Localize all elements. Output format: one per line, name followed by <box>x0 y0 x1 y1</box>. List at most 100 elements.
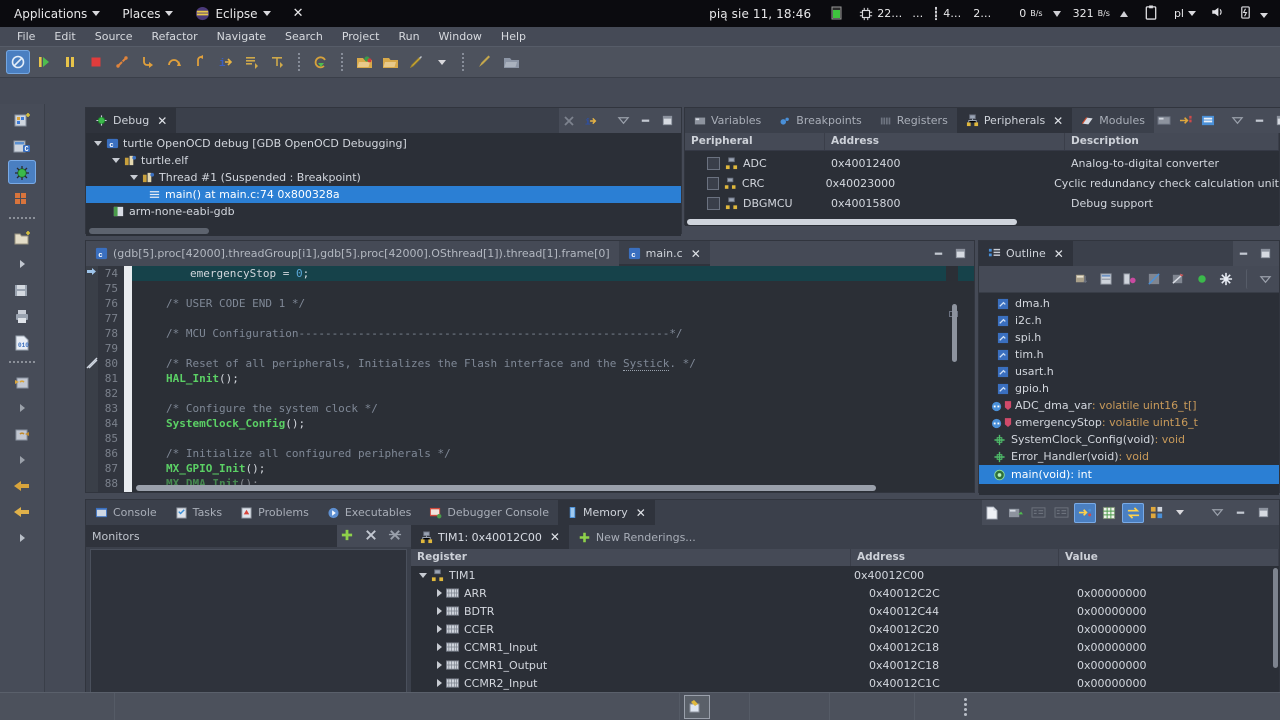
code-line[interactable]: emergencyStop = 0; <box>132 266 974 281</box>
back-button[interactable] <box>8 474 36 498</box>
step-return-button[interactable] <box>188 50 212 74</box>
link-with-editor-icon[interactable] <box>1216 269 1236 289</box>
memory-monitor-icon[interactable] <box>1154 111 1174 131</box>
battery-indicator-icon[interactable] <box>821 5 853 23</box>
monitors-list[interactable] <box>90 549 407 709</box>
editor-folding-ruler[interactable] <box>124 266 132 492</box>
table-row[interactable]: ARR 0x40012C2C 0x00000000 <box>411 584 1279 602</box>
column-header-address[interactable]: Address <box>851 549 1059 566</box>
split-pane-icon[interactable] <box>1147 503 1167 523</box>
editor-hscrollbar[interactable] <box>136 485 876 491</box>
chevron-right-icon[interactable] <box>437 589 442 597</box>
system-menu-button[interactable] <box>1258 7 1280 21</box>
remove-all-monitors-button[interactable] <box>385 528 405 545</box>
restart-button[interactable] <box>309 50 333 74</box>
outline-item[interactable]: tim.h <box>979 346 1279 363</box>
tree-row-thread[interactable]: Thread #1 (Suspended : Breakpoint) <box>86 169 681 186</box>
taskbar-workspace-switcher[interactable] <box>915 693 1015 720</box>
redo-button[interactable] <box>8 422 36 446</box>
checkbox[interactable] <box>707 177 719 190</box>
minimize-icon[interactable] <box>1230 503 1250 523</box>
taskbar-window-button[interactable] <box>680 693 750 720</box>
close-icon[interactable]: ✕ <box>691 248 701 260</box>
import-memory-icon[interactable] <box>1005 503 1025 523</box>
hide-fields-icon[interactable] <box>1096 269 1116 289</box>
menu-navigate[interactable]: Navigate <box>208 28 275 45</box>
view-menu-icon[interactable] <box>1207 503 1227 523</box>
tab-debug[interactable]: Debug ✕ <box>86 108 176 133</box>
chevron-right-icon[interactable] <box>437 679 442 687</box>
tab-breakpoints[interactable]: Breakpoints <box>770 108 871 133</box>
outline-item[interactable]: usart.h <box>979 363 1279 380</box>
places-menu[interactable]: Places <box>111 0 184 27</box>
outline-item[interactable]: emergencyStop : volatile uint16_t <box>979 414 1279 431</box>
tab-registers[interactable]: Registers <box>871 108 957 133</box>
hide-nonpublic-icon[interactable] <box>1144 269 1164 289</box>
eclipse-window-menu[interactable]: Eclipse <box>184 0 281 27</box>
outline-item[interactable]: spi.h <box>979 329 1279 346</box>
table-row[interactable]: TIM1 0x40012C00 <box>411 566 1279 584</box>
outline-item[interactable]: SystemClock_Config(void) : void <box>979 431 1279 448</box>
code-editor-body[interactable]: 74 75 76 77 78 79 80 81 82 83 84 85 86 8… <box>86 266 974 492</box>
tab-peripherals[interactable]: Peripherals ✕ <box>957 108 1072 133</box>
peripherals-table[interactable]: ADC 0x40012400 Analog-to-digital convert… <box>685 151 1279 226</box>
code-line[interactable]: /* Configure the system clock */ <box>132 401 974 416</box>
maximize-icon[interactable] <box>1253 503 1273 523</box>
suspend-button[interactable] <box>58 50 82 74</box>
terminate-button[interactable] <box>84 50 108 74</box>
close-icon[interactable]: ✕ <box>550 531 560 543</box>
close-project-button[interactable] <box>378 50 402 74</box>
export-icon[interactable] <box>1176 111 1196 131</box>
tab-problems[interactable]: Problems <box>231 500 318 525</box>
menu-source[interactable]: Source <box>86 28 142 45</box>
sort-icon[interactable] <box>1072 269 1092 289</box>
menu-help[interactable]: Help <box>492 28 535 45</box>
tab-variables[interactable]: Variables <box>685 108 770 133</box>
upload-rate-indicator[interactable]: 321 B/s <box>1067 7 1134 20</box>
build-all-button[interactable] <box>8 186 36 210</box>
keyboard-layout-indicator[interactable]: pl <box>1168 7 1202 20</box>
minimize-icon[interactable] <box>928 244 948 264</box>
step-over-button[interactable] <box>162 50 186 74</box>
chevron-right-icon[interactable] <box>437 643 442 651</box>
memory-indicator[interactable]: 4… <box>927 6 967 21</box>
new-file-button[interactable] <box>8 226 36 250</box>
outline-item[interactable]: gpio.h <box>979 380 1279 397</box>
applications-menu[interactable]: Applications <box>0 0 111 27</box>
tab-debugger-console[interactable]: Debugger Console <box>420 500 558 525</box>
temperature-indicator[interactable]: 2… <box>967 7 997 20</box>
table-row[interactable]: DBGMCU 0x40015800 Debug support <box>685 193 1279 213</box>
undo-button[interactable] <box>8 370 36 394</box>
code-line[interactable]: HAL_Init(); <box>132 371 974 386</box>
use-step-filters-button[interactable] <box>266 50 290 74</box>
column-header-description[interactable]: Description <box>1065 133 1279 150</box>
hide-local-types-icon[interactable] <box>1168 269 1188 289</box>
chevron-down-icon[interactable] <box>130 175 138 180</box>
debug-tree-hscrollbar[interactable] <box>89 228 209 234</box>
tree-row-launch[interactable]: c turtle OpenOCD debug [GDB OpenOCD Debu… <box>86 135 681 152</box>
code-line[interactable]: /* USER CODE END 1 */ <box>132 296 974 311</box>
collapse-icon[interactable] <box>1198 111 1218 131</box>
power-icon[interactable] <box>1233 5 1258 23</box>
editor-text[interactable]: emergencyStop = 0; /* USER CODE END 1 */… <box>132 266 974 492</box>
cpu-indicator[interactable]: 22… <box>853 7 908 21</box>
outline-item-main[interactable]: main(void) : int <box>979 465 1279 484</box>
editor-marker-ruler[interactable] <box>86 266 98 492</box>
menu-refactor[interactable]: Refactor <box>143 28 207 45</box>
menu-window[interactable]: Window <box>430 28 491 45</box>
menu-project[interactable]: Project <box>333 28 389 45</box>
tab-new-renderings[interactable]: New Renderings... <box>569 525 705 549</box>
add-monitor-button[interactable] <box>337 528 357 545</box>
view-menu-icon[interactable] <box>613 111 633 131</box>
show-ascii-icon[interactable] <box>1028 503 1048 523</box>
outline-item[interactable]: i2c.h <box>979 312 1279 329</box>
tab-modules[interactable]: Modules <box>1072 108 1154 133</box>
outline-item[interactable]: dma.h <box>979 295 1279 312</box>
chevron-right-icon[interactable] <box>437 625 442 633</box>
step-info-icon[interactable]: i <box>581 111 601 131</box>
checkbox[interactable] <box>707 197 720 210</box>
tab-tasks[interactable]: Tasks <box>166 500 231 525</box>
chevron-right-icon[interactable] <box>437 607 442 615</box>
code-line[interactable] <box>132 281 974 296</box>
print-button[interactable] <box>8 304 36 328</box>
